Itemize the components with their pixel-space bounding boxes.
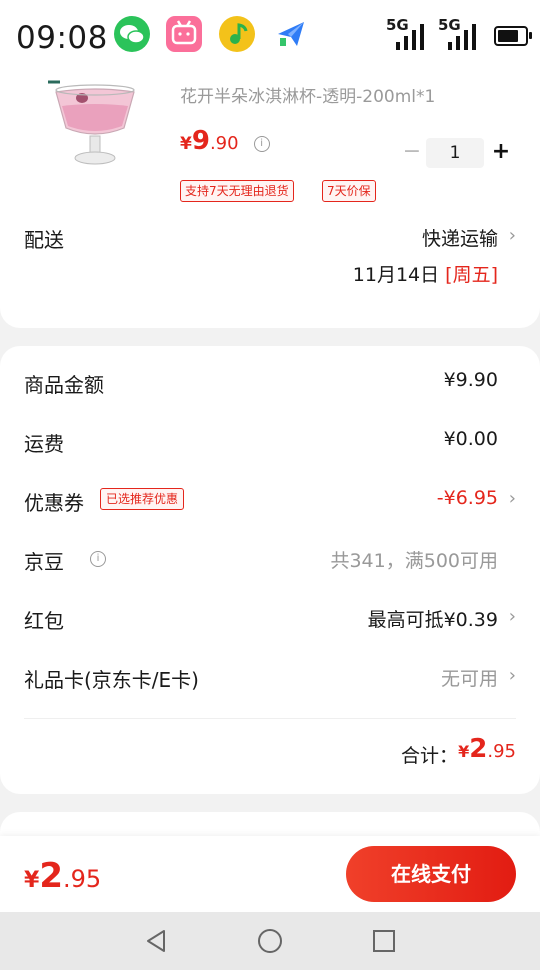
coupon-value[interactable]: -¥6.95 [437,487,498,509]
payment-total: ¥2.95 [24,856,101,896]
delivery-method[interactable]: 快递运输 [422,224,498,251]
back-icon[interactable] [142,927,170,955]
payment-currency: ¥ [24,868,40,893]
paper-plane-icon [274,16,310,52]
product-card: 花开半朵冰淇淋杯-透明-200ml*1 ¥9.90 i − 1 + 支持7天无理… [0,62,540,328]
total-amount: ¥2.95 [458,734,516,764]
total-label: 合计： [400,745,458,767]
signal-bars-2-icon [444,24,476,50]
delivery-label: 配送 [24,228,64,252]
redpacket-label: 红包 [24,609,64,633]
total-integer: 2 [469,734,488,764]
giftcard-value[interactable]: 无可用 [441,664,498,691]
jingdou-label: 京豆 [24,550,64,574]
price-decimal: .90 [209,133,239,154]
home-icon[interactable] [256,927,284,955]
wechat-icon [114,16,150,52]
giftcard-chevron-icon[interactable]: › [509,665,516,686]
price-info-icon[interactable]: i [253,136,270,152]
battery-icon [494,26,532,46]
price-currency: ¥ [180,134,192,154]
goods-amount-value: ¥9.90 [443,369,498,391]
payment-decimal: .95 [62,865,102,893]
coupon-label: 优惠券 [24,491,84,515]
decrease-button[interactable]: − [402,138,422,166]
coupon-badge: 已选推荐优惠 [100,488,185,510]
giftcard-label: 礼品卡(京东卡/E卡) [24,668,199,692]
delivery-chevron-icon[interactable]: › [509,225,516,246]
increase-button[interactable]: + [490,138,512,166]
signal-bars-1-icon [392,24,424,50]
delivery-date[interactable]: 11月14日 [周五] [353,260,498,287]
payment-bar: ¥2.95 在线支付 [0,836,540,912]
product-image[interactable] [42,78,148,188]
quantity-field[interactable]: 1 [426,138,484,168]
return-policy-badge: 支持7天无理由退货 [180,180,294,202]
jingdou-info-icon[interactable]: i [90,551,106,567]
qq-music-icon [219,16,255,52]
goods-amount-label: 商品金额 [24,373,104,397]
redpacket-value[interactable]: 最高可抵¥0.39 [368,605,498,632]
order-summary-card: 商品金额 ¥9.90 运费 ¥0.00 优惠券 已选推荐优惠 -¥6.95 › … [0,346,540,794]
divider [24,718,516,719]
product-title[interactable]: 花开半朵冰淇淋杯-透明-200ml*1 [180,82,435,107]
payment-integer: 2 [39,856,63,896]
product-price: ¥9.90 i [180,126,270,156]
shipping-value: ¥0.00 [443,428,498,450]
price-integer: 9 [191,126,210,156]
pay-online-button[interactable]: 在线支付 [346,846,516,902]
price-protect-badge: 7天价保 [322,180,376,202]
jingdou-value: 共341，满500可用 [330,550,498,572]
bilibili-icon [166,16,202,52]
redpacket-chevron-icon[interactable]: › [509,606,516,627]
total-decimal: .95 [487,741,516,762]
total-currency: ¥ [458,742,470,761]
shipping-label: 运费 [24,432,64,456]
status-bar: 09:08 5G 5G [0,0,540,62]
delivery-weekday: [周五] [445,264,498,286]
clock: 09:08 [16,20,108,56]
coupon-chevron-icon[interactable]: › [509,488,516,509]
recents-icon[interactable] [370,927,398,955]
delivery-date-text: 11月14日 [352,264,446,286]
system-nav-bar [0,912,540,970]
